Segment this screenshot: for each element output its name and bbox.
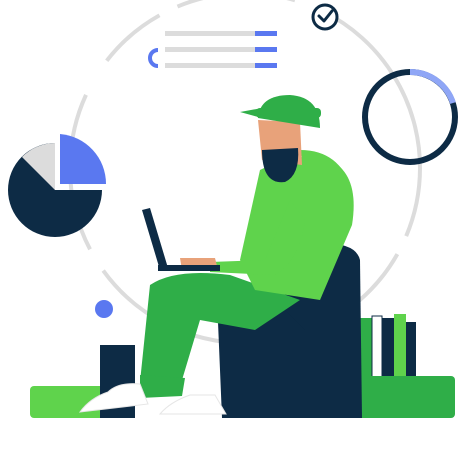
illustration xyxy=(8,0,458,418)
donut-progress-icon xyxy=(362,68,458,165)
pie-chart-icon xyxy=(8,134,107,237)
dot-icon xyxy=(95,300,113,318)
text-lines-icon xyxy=(148,31,277,68)
check-circle-icon xyxy=(311,3,339,31)
